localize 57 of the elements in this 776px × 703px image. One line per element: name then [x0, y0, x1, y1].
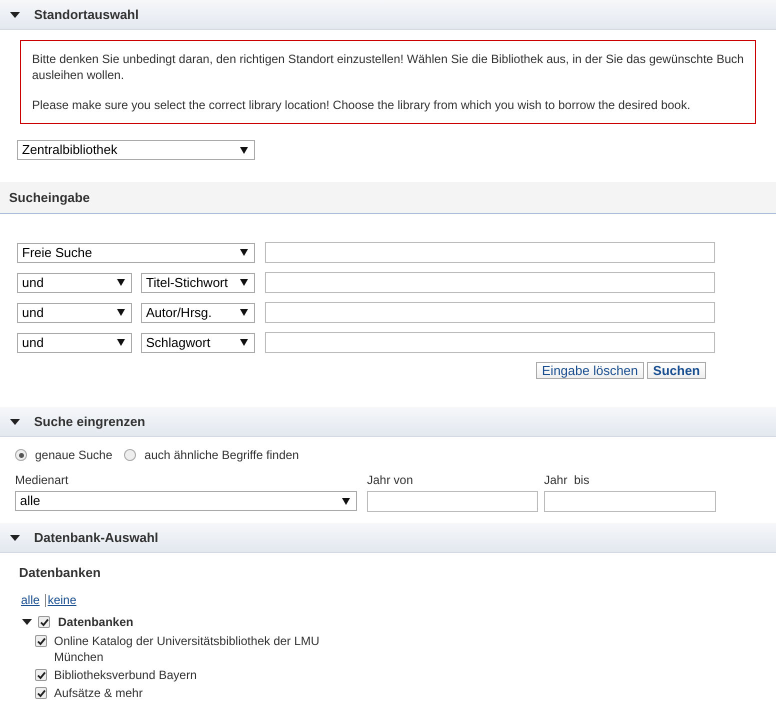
checkbox[interactable] — [35, 669, 47, 681]
dropdown[interactable]: Autor/Hrsg. — [141, 302, 255, 322]
collapse-caret-icon[interactable] — [10, 416, 20, 426]
caret-icon — [117, 279, 125, 286]
search-field[interactable] — [265, 332, 715, 353]
section-title: Sucheingabe — [9, 188, 90, 207]
radio-button[interactable] — [15, 449, 27, 461]
radio-label: genaue Suche — [35, 447, 112, 464]
caret-icon — [240, 279, 248, 286]
caret-icon — [240, 339, 248, 346]
dropdown[interactable]: und — [17, 302, 132, 322]
tree-label: Datenbanken — [58, 614, 134, 631]
search-button[interactable]: Suchen — [647, 362, 706, 379]
caret-icon — [240, 146, 248, 154]
caret-icon — [240, 249, 248, 256]
field-label: Medienart — [15, 472, 70, 489]
tree-item-label: Bibliotheksverbund Bayern — [54, 667, 197, 683]
dropdown[interactable]: Zentralbibliothek — [17, 140, 255, 160]
notice-text: Please make sure you select the correct library location! Choose the library from which you wish to borrow the desired book. — [32, 97, 692, 113]
dropdown[interactable]: Freie Suche — [17, 242, 255, 262]
checkbox[interactable] — [38, 616, 50, 628]
checkbox[interactable] — [35, 687, 47, 699]
collapse-caret-icon[interactable] — [10, 532, 20, 542]
tree-item-label: Online Katalog der Universitätsbibliothek der LMU München — [54, 633, 320, 665]
collapse-caret-icon[interactable] — [22, 617, 32, 627]
dropdown[interactable]: Schlagwort — [141, 332, 255, 352]
tree-item-label: Aufsätze & mehr — [54, 685, 143, 701]
section-header[interactable]: Standortauswahl — [0, 0, 776, 30]
year-from-field[interactable] — [367, 491, 538, 512]
select-none-link[interactable]: keine — [46, 591, 76, 609]
caret-icon — [117, 339, 125, 346]
collapse-caret-icon[interactable] — [10, 10, 20, 20]
section-title: Datenbank-Auswahl — [34, 528, 158, 547]
section-header[interactable]: Datenbank-Auswahl — [0, 523, 776, 553]
subsection-title: Datenbanken — [19, 565, 102, 581]
dropdown[interactable]: Titel-Stichwort — [141, 272, 255, 292]
field-label: Jahr von — [367, 472, 414, 489]
search-field[interactable] — [265, 242, 715, 263]
section-title: Standortauswahl — [34, 6, 139, 24]
field-label: Jahr bis — [544, 472, 590, 489]
checkbox[interactable] — [35, 635, 47, 647]
caret-icon — [117, 309, 125, 316]
year-to-field[interactable] — [544, 491, 716, 512]
dropdown[interactable]: und — [17, 332, 132, 352]
section-header[interactable]: Suche eingrenzen — [0, 407, 776, 437]
section-title: Suche eingrenzen — [34, 412, 146, 431]
clear-button[interactable]: Eingabe löschen — [536, 362, 644, 379]
radio-button[interactable] — [124, 449, 136, 461]
caret-icon — [240, 309, 248, 316]
dropdown[interactable]: alle — [15, 491, 357, 511]
dropdown[interactable]: und — [17, 272, 132, 292]
caret-icon — [342, 498, 350, 504]
notice-text: Bitte denken Sie unbedingt daran, den richtigen Standort einzustellen! Wählen Sie die Bibliothek aus, in der Sie das gewünschte Buch ausleihen wollen. — [32, 51, 744, 83]
search-field[interactable] — [265, 272, 715, 293]
select-all-link[interactable]: alle — [19, 591, 45, 609]
radio-label: auch ähnliche Begriffe finden — [144, 447, 299, 464]
search-field[interactable] — [265, 302, 715, 323]
